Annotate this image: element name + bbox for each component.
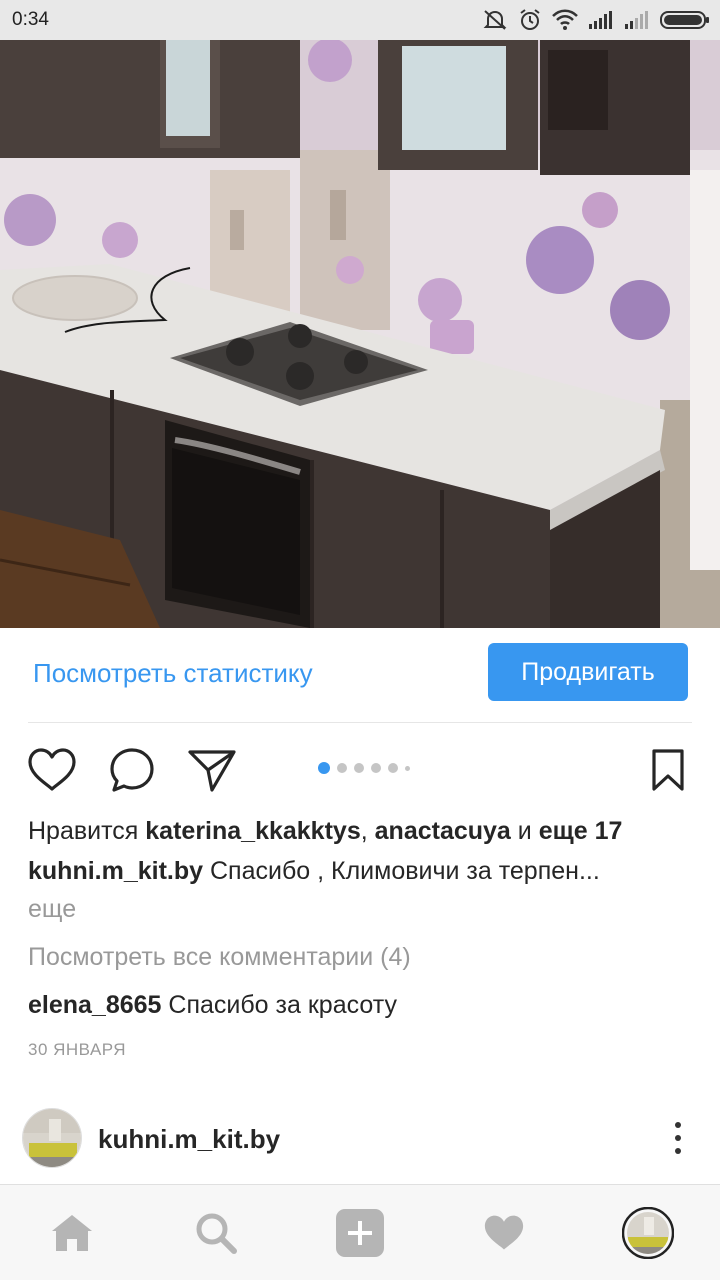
avatar[interactable]	[22, 1108, 82, 1168]
status-time: 0:34	[12, 9, 49, 30]
mute-icon	[482, 8, 508, 32]
comment-line: elena_8665 Спасибо за красоту	[28, 991, 397, 1020]
post-date: 30 ЯНВАРЯ	[28, 1040, 127, 1059]
likes-prefix: Нравится	[28, 817, 139, 845]
carousel-dot	[318, 762, 330, 774]
share-send-icon[interactable]	[186, 744, 238, 796]
signal-icon	[624, 10, 650, 30]
next-post-header: kuhni.m_kit.by	[0, 1104, 720, 1174]
alarm-icon	[518, 8, 542, 32]
like-heart-icon[interactable]	[26, 744, 78, 796]
carousel-dot	[388, 763, 398, 773]
promote-button[interactable]: Продвигать	[488, 643, 688, 701]
comment-text: Спасибо за красоту	[168, 991, 397, 1019]
carousel-dots	[318, 762, 410, 774]
profile-icon[interactable]	[618, 1203, 678, 1263]
divider	[28, 722, 692, 723]
comment-username[interactable]: elena_8665	[28, 991, 161, 1019]
post-photo[interactable]	[0, 40, 720, 628]
caption-line: kuhni.m_kit.by Спасибо , Климовичи за те…	[28, 857, 600, 886]
liker-username[interactable]: katerina_kkakktys	[145, 817, 360, 845]
likes-conjunction: и	[517, 817, 532, 845]
add-post-icon[interactable]	[330, 1203, 390, 1263]
liker-username[interactable]: anactacuya	[375, 817, 511, 845]
search-icon[interactable]	[186, 1203, 246, 1263]
caption-more-link[interactable]: еще	[28, 895, 76, 924]
battery-icon	[660, 9, 710, 31]
home-icon[interactable]	[42, 1203, 102, 1263]
signal-icon	[588, 10, 614, 30]
next-post-username[interactable]: kuhni.m_kit.by	[98, 1124, 280, 1155]
carousel-dot	[405, 765, 410, 771]
comment-bubble-icon[interactable]	[106, 744, 158, 796]
post-actions	[0, 740, 720, 800]
bookmark-icon[interactable]	[642, 744, 694, 796]
wifi-icon	[552, 9, 578, 31]
carousel-dot	[337, 763, 347, 773]
caption-text: Спасибо , Климовичи за терпен...	[210, 857, 600, 885]
status-icons	[482, 6, 710, 34]
likes-line: Нравится katerina_kkakktys, anactacuya и…	[28, 817, 622, 846]
status-bar: 0:34	[0, 0, 720, 40]
carousel-dot	[354, 763, 364, 773]
kitchen-photo	[0, 40, 720, 628]
caption-username[interactable]: kuhni.m_kit.by	[28, 857, 203, 885]
likes-separator: ,	[360, 817, 368, 845]
promo-row: Посмотреть статистику Продвигать	[0, 628, 720, 722]
likes-others[interactable]: еще 17	[539, 817, 623, 845]
view-all-comments-link[interactable]: Посмотреть все комментарии (4)	[28, 943, 411, 972]
bottom-nav	[0, 1184, 720, 1280]
activity-icon[interactable]	[474, 1203, 534, 1263]
more-options-icon[interactable]	[666, 1118, 690, 1158]
carousel-dot	[371, 763, 381, 773]
view-stats-link[interactable]: Посмотреть статистику	[33, 658, 313, 689]
